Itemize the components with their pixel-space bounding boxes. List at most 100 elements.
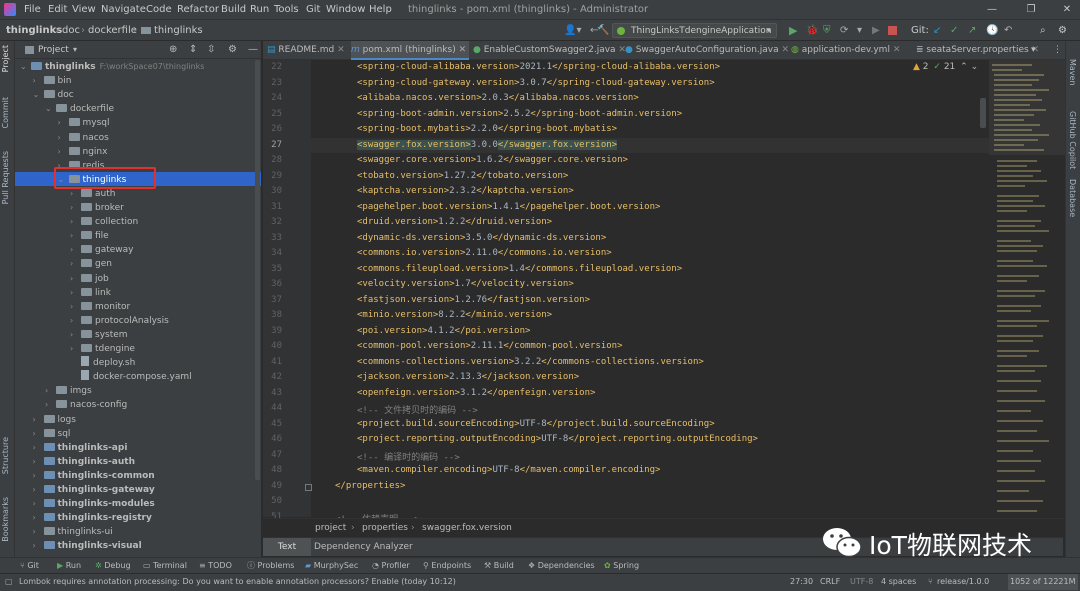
chevron-right-icon[interactable]: › [33, 441, 44, 455]
chevron-right-icon[interactable]: › [45, 398, 56, 412]
settings-icon[interactable]: ⚙ [1058, 20, 1067, 41]
chevron-right-icon[interactable]: › [33, 469, 44, 483]
menu-view[interactable]: View [72, 0, 96, 20]
line-separator[interactable]: CRLF [820, 574, 840, 590]
menu-navigate[interactable]: Navigate [101, 0, 146, 20]
tree-item[interactable]: › bin [33, 74, 71, 88]
tab-swagger-autoconfig[interactable]: ● SwaggerAutoConfiguration.java ✕ [625, 41, 789, 60]
history-icon[interactable]: 🕓 [986, 20, 998, 41]
crumb-swagger-fox-version[interactable]: swagger.fox.version [422, 519, 512, 537]
tool-git[interactable]: ⑂ Git [20, 558, 39, 574]
code-minimap[interactable] [989, 60, 1065, 557]
status-message[interactable]: Lombok requires annotation processing: D… [19, 574, 456, 590]
chevron-down-icon[interactable]: ⌄ [33, 88, 44, 102]
chevron-down-icon[interactable]: ⌄ [971, 62, 979, 72]
collapse-all-icon[interactable]: ⇳ [207, 41, 215, 59]
breadcrumb-thinglinks[interactable]: thinglinks [154, 20, 203, 41]
close-icon[interactable]: ✕ [890, 45, 901, 55]
tree-item[interactable]: › nacos [58, 131, 109, 145]
chevron-right-icon[interactable]: › [33, 525, 44, 539]
chevron-right-icon[interactable]: › [70, 201, 81, 215]
menu-run[interactable]: Run [250, 0, 269, 20]
tab-enable-custom-swagger[interactable]: ● EnableCustomSwagger2.java ✕ [473, 41, 626, 60]
tree-item[interactable]: ⌄ doc [33, 88, 74, 102]
tree-item[interactable]: › thinglinks-gateway [33, 483, 155, 497]
tree-item[interactable]: › protocolAnalysis [70, 314, 169, 328]
indent-setting[interactable]: 4 spaces [881, 574, 916, 590]
tree-item[interactable]: deploy.sh [70, 356, 135, 370]
tree-item[interactable]: › gateway [70, 243, 134, 257]
tool-build[interactable]: ⚒ Build [484, 558, 514, 574]
chevron-right-icon[interactable]: › [70, 328, 81, 342]
git-update-icon[interactable]: ↙ [933, 20, 941, 41]
tree-item[interactable]: › thinglinks-api [33, 441, 127, 455]
menu-window[interactable]: Window [326, 0, 365, 20]
stop-icon[interactable] [888, 26, 897, 35]
tool-endpoints[interactable]: ⚲ Endpoints [423, 558, 471, 574]
close-button[interactable]: ✕ [1060, 0, 1074, 20]
tree-item[interactable]: ⌄ thinglinks F:\workSpace07\thinglinks [20, 60, 204, 74]
chevron-right-icon[interactable]: › [70, 257, 81, 271]
tool-structure[interactable]: Structure [1, 437, 10, 474]
tree-item[interactable]: docker-compose.yaml [70, 370, 192, 384]
tool-maven[interactable]: Maven [1068, 59, 1077, 86]
more-run-icon[interactable]: ▾ [857, 20, 862, 41]
chevron-right-icon[interactable]: › [70, 342, 81, 356]
tree-item[interactable]: › thinglinks-modules [33, 497, 155, 511]
tab-list-icon[interactable]: ▾ [1031, 41, 1043, 60]
tool-todo[interactable]: ≡ TODO [199, 558, 232, 574]
tree-item[interactable]: › thinglinks-common [33, 469, 155, 483]
tool-commit[interactable]: Commit [1, 97, 10, 128]
editor-scrollbar[interactable] [980, 98, 986, 128]
menu-code[interactable]: Code [146, 0, 172, 20]
tree-item[interactable]: › collection [70, 215, 138, 229]
tool-github-copilot[interactable]: GitHub Copilot [1068, 111, 1077, 169]
tree-item[interactable]: › broker [70, 201, 124, 215]
chevron-right-icon[interactable]: › [58, 131, 69, 145]
tree-item[interactable]: › monitor [70, 300, 130, 314]
tree-item[interactable]: › imgs [45, 384, 92, 398]
project-panel-title[interactable]: Project [38, 41, 69, 59]
restore-button[interactable]: ❐ [1024, 0, 1038, 20]
menu-help[interactable]: Help [369, 0, 392, 20]
tool-run[interactable]: ▶ Run [57, 558, 81, 574]
tree-item[interactable]: › sql [33, 427, 70, 441]
tool-project[interactable]: Project [1, 45, 10, 72]
chevron-up-icon[interactable]: ⌃ [960, 62, 968, 72]
chevron-right-icon[interactable]: › [33, 511, 44, 525]
search-icon[interactable]: ⌕ [1040, 20, 1046, 41]
tab-application-dev[interactable]: ◍ application-dev.yml ✕ [791, 41, 915, 60]
tool-problems[interactable]: ⓘ Problems [247, 558, 294, 574]
chevron-down-icon[interactable]: ▾ [73, 41, 77, 59]
menu-build[interactable]: Build [221, 0, 246, 20]
git-push-icon[interactable]: ↗ [968, 20, 976, 41]
chevron-right-icon[interactable]: › [33, 483, 44, 497]
chevron-right-icon[interactable]: › [58, 145, 69, 159]
close-icon[interactable]: ✕ [779, 45, 789, 55]
crumb-project[interactable]: project [315, 519, 346, 537]
hide-icon[interactable]: — [248, 41, 258, 59]
chevron-down-icon[interactable]: ⌄ [20, 60, 31, 74]
tree-item[interactable]: › mysql [58, 116, 110, 130]
fold-marker-icon[interactable] [305, 483, 312, 491]
tool-debug[interactable]: ✲ Debug [95, 558, 131, 574]
breadcrumb-dockerfile[interactable]: dockerfile [88, 20, 137, 41]
tab-dependency-analyzer[interactable]: Dependency Analyzer [314, 538, 413, 556]
chevron-right-icon[interactable]: › [70, 229, 81, 243]
tree-item[interactable]: › thinglinks-ui [33, 525, 113, 539]
hammer-icon[interactable]: 🔨 [597, 20, 609, 41]
chevron-right-icon[interactable]: › [58, 116, 69, 130]
memory-indicator[interactable]: 1052 of 12221M [1008, 574, 1078, 590]
menu-edit[interactable]: Edit [48, 0, 67, 20]
run-icon[interactable]: ▶ [789, 20, 797, 41]
tool-spring[interactable]: ✿ Spring [604, 558, 639, 574]
tool-dependencies[interactable]: ❖ Dependencies [528, 558, 595, 574]
chevron-right-icon[interactable]: › [70, 300, 81, 314]
tree-item[interactable]: › file [70, 229, 109, 243]
close-icon[interactable]: ✕ [456, 45, 467, 55]
chevron-right-icon[interactable]: › [70, 272, 81, 286]
tree-item[interactable]: › job [70, 272, 109, 286]
chevron-right-icon[interactable]: › [70, 243, 81, 257]
tree-item[interactable]: ⌄ dockerfile [45, 102, 114, 116]
user-icon[interactable]: 👤▾ [564, 20, 581, 41]
